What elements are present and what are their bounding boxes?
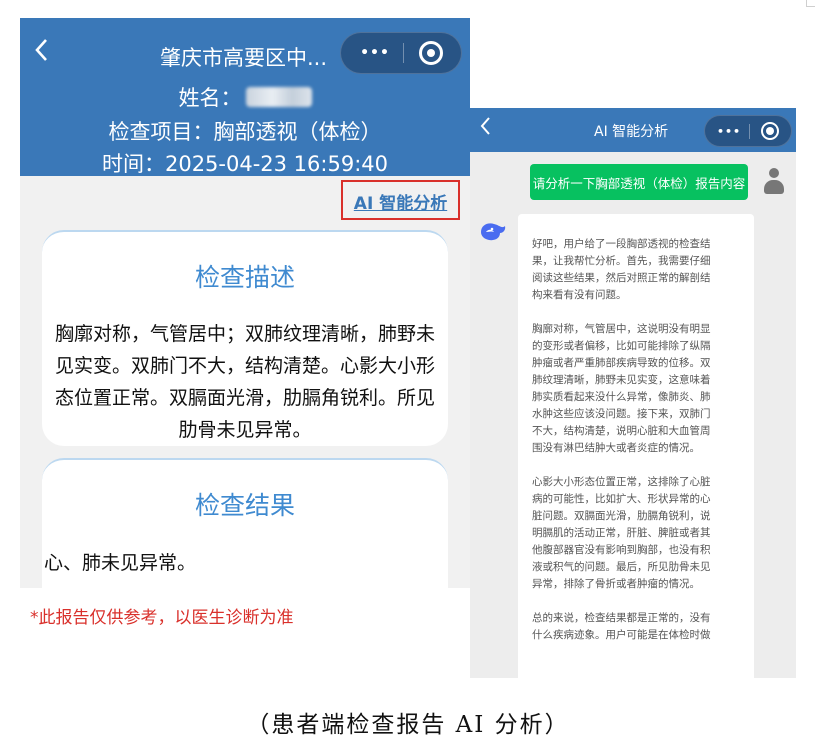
- ai-analysis-highlight: AI 智能分析: [341, 180, 460, 220]
- capsule-divider: [403, 43, 404, 63]
- exam-time: 时间：2025-04-23 16:59:40: [101, 152, 389, 176]
- report-header: 肇庆市高要区中... ••• 姓名： 检查项目：胸部透视（体检） 时间：2025…: [20, 18, 470, 176]
- ai-header-title: AI 智能分析: [594, 124, 669, 140]
- back-arrow-icon[interactable]: [480, 117, 490, 138]
- page-corner-mark: [806, 0, 815, 7]
- close-miniapp-icon[interactable]: [761, 122, 779, 140]
- more-menu-icon[interactable]: •••: [349, 33, 401, 73]
- report-screen: 肇庆市高要区中... ••• 姓名： 检查项目：胸部透视（体检） 时间：2025…: [20, 18, 470, 588]
- patient-name-redacted: [245, 87, 312, 107]
- description-card: 检查描述 胸廓对称，气管居中；双肺纹理清晰，肺野未 见实变。双肺门不大，结构清楚…: [42, 230, 448, 446]
- mini-program-capsule: •••: [340, 32, 462, 74]
- mini-program-capsule: •••: [704, 115, 792, 147]
- ai-reply-paragraph: 胸廓对称，气管居中，这说明没有明显 的变形或者偏移，比如可能排除了纵隔 肿瘤或者严重…: [532, 323, 711, 454]
- back-arrow-icon[interactable]: [34, 38, 54, 64]
- result-text: 心、肺未见异常。: [44, 552, 197, 574]
- patient-name-label: 姓名：: [178, 86, 242, 110]
- user-avatar-icon: [764, 168, 784, 196]
- ai-whale-logo-icon: [478, 220, 508, 242]
- description-title: 检查描述: [194, 263, 295, 292]
- more-menu-icon[interactable]: •••: [711, 116, 747, 146]
- hospital-title: 肇庆市高要区中...: [160, 46, 328, 70]
- ai-reply-paragraph: 总的来说，检查结果都是正常的，没有 什么疾病迹象。用户可能是在体检时做: [532, 612, 711, 641]
- result-card: 检查结果 心、肺未见异常。: [42, 458, 448, 588]
- description-line: 胸廓对称，气管居中；双肺纹理清晰，肺野未: [54, 323, 435, 345]
- ai-reply-bubble: 好吧，用户给了一段胸部透视的检查结 果，让我帮忙分析。首先，我需要仔细 阅读这些结果…: [518, 214, 754, 678]
- ai-reply-text: 好吧，用户给了一段胸部透视的检查结 果，让我帮忙分析。首先，我需要仔细 阅读这些结果…: [532, 236, 740, 661]
- description-line: 态位置正常。双膈面光滑，肋膈角锐利。所见: [54, 387, 435, 409]
- figure-caption: （患者端检查报告 AI 分析）: [246, 712, 570, 738]
- close-miniapp-icon[interactable]: [419, 41, 443, 65]
- patient-name-row: 姓名：: [20, 82, 470, 112]
- description-line: 肋骨未见异常。: [178, 419, 312, 441]
- ai-header: AI 智能分析 •••: [470, 108, 796, 152]
- ai-reply-paragraph: 好吧，用户给了一段胸部透视的检查结 果，让我帮忙分析。首先，我需要仔细 阅读这些结果…: [532, 238, 711, 301]
- disclaimer-text: *此报告仅供参考，以医生诊断为准: [30, 608, 294, 628]
- exam-item: 检查项目：胸部透视（体检）: [108, 120, 382, 144]
- ai-reply-paragraph: 心影大小形态位置正常，这排除了心脏 病的可能性，比如扩大、形状异常的心 脏问题。双膈…: [532, 476, 711, 590]
- user-message-bubble: 请分析一下胸部透视（体检）报告内容: [530, 164, 748, 200]
- description-line: 见实变。双肺门不大，结构清楚。心影大小形: [54, 355, 435, 377]
- description-text: 胸廓对称，气管居中；双肺纹理清晰，肺野未 见实变。双肺门不大，结构清楚。心影大小…: [46, 318, 444, 446]
- capsule-divider: [749, 123, 750, 139]
- result-title: 检查结果: [194, 491, 295, 520]
- ai-analysis-link[interactable]: AI 智能分析: [343, 189, 458, 214]
- ai-analysis-screen: AI 智能分析 ••• 请分析一下胸部透视（体检）报告内容 好吧，用户给了一段胸…: [470, 108, 796, 678]
